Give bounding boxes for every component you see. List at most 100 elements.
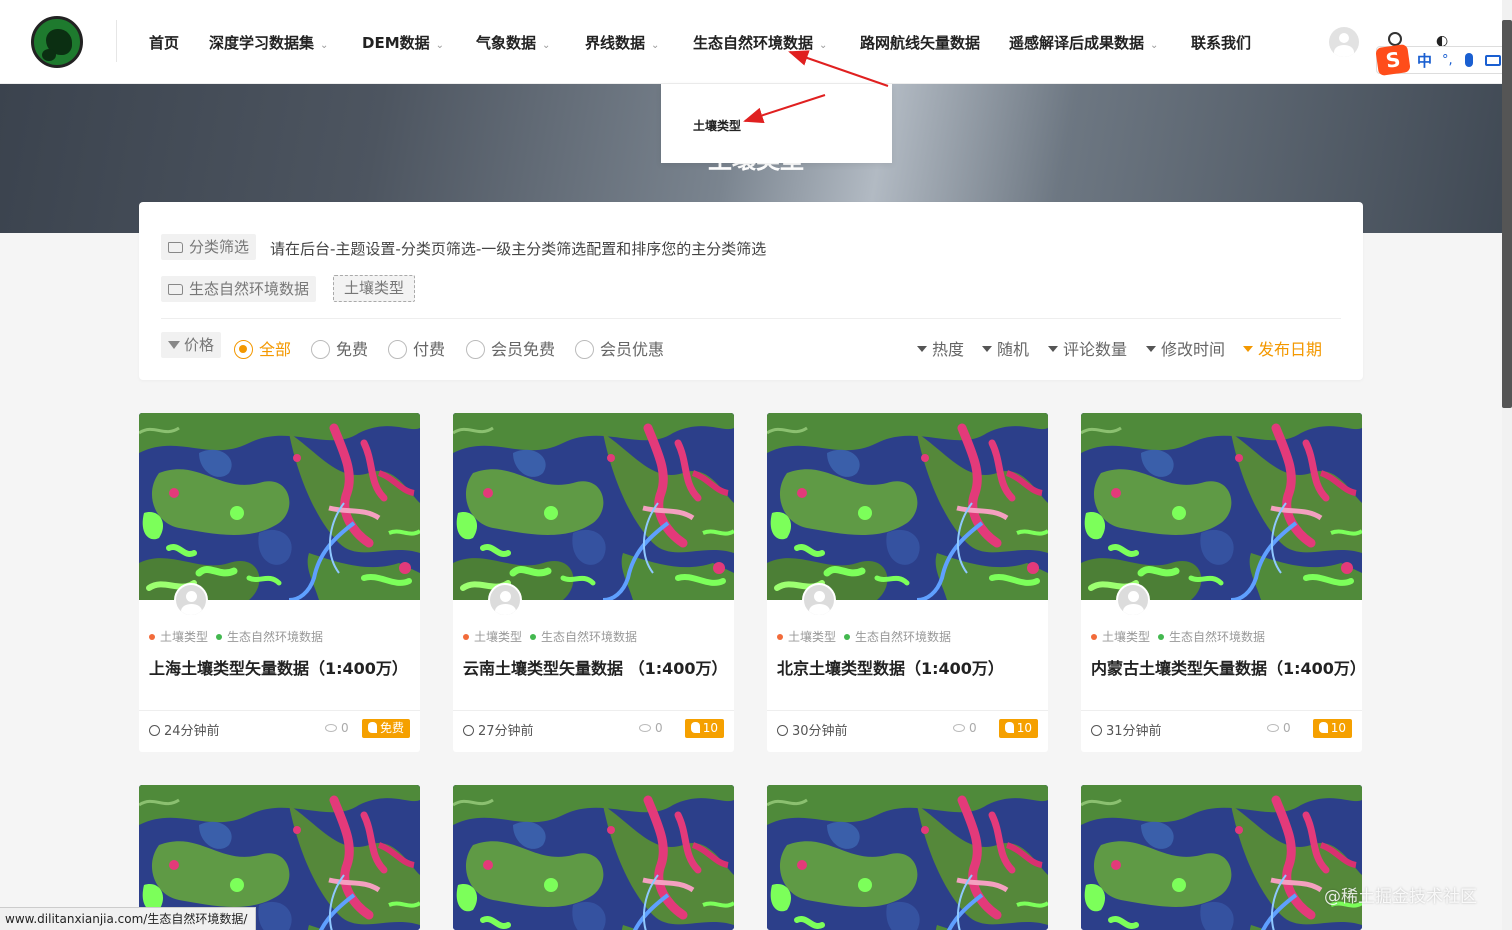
price-tag-icon: [1318, 722, 1328, 733]
radio-icon: [466, 340, 485, 359]
post-category-link[interactable]: 生态自然环境数据: [541, 630, 637, 644]
ime-logo-icon: S: [1375, 43, 1411, 77]
nav-item-boundary[interactable]: 界线数据 ⌄: [585, 32, 659, 53]
post-title[interactable]: 内蒙古土壤类型矢量数据（1:400万）: [1091, 655, 1362, 679]
ime-punctuation-icon[interactable]: °,: [1442, 53, 1453, 68]
author-avatar-icon[interactable]: [488, 583, 522, 617]
sort-option-random[interactable]: 随机: [982, 336, 1029, 360]
post-thumbnail[interactable]: [767, 413, 1048, 600]
price-tag-icon: [1004, 722, 1014, 733]
active-category-tag[interactable]: 土壤类型: [333, 275, 416, 302]
post-time: 30分钟前: [777, 720, 848, 739]
caret-down-icon: [1048, 346, 1058, 352]
price-badge: 10: [1312, 719, 1352, 738]
parent-category-tag[interactable]: 生态自然环境数据: [161, 276, 317, 302]
post-category-link[interactable]: 生态自然环境数据: [1169, 630, 1265, 644]
price-tag-icon: [690, 722, 700, 733]
caret-down-icon: [1146, 346, 1156, 352]
sort-option-modified[interactable]: 修改时间: [1146, 336, 1225, 360]
nav-item-deep-learning[interactable]: 深度学习数据集 ⌄: [209, 32, 328, 53]
nav-item-remote-sensing[interactable]: 遥感解译后成果数据 ⌄: [1009, 32, 1158, 53]
keyboard-icon[interactable]: [1484, 54, 1501, 66]
submenu-item-soil-type[interactable]: 土壤类型: [693, 117, 741, 134]
page-scrollbar-thumb[interactable]: [1502, 20, 1512, 408]
folder-icon: [168, 242, 183, 253]
post-views: 0: [1267, 721, 1291, 735]
author-avatar-icon[interactable]: [174, 583, 208, 617]
price-option-member-discount[interactable]: 会员优惠: [575, 336, 664, 360]
post-card[interactable]: 土壤类型 生态自然环境数据 云南土壤类型矢量数据 （1:400万） 27分钟前 0…: [453, 413, 734, 752]
ime-toolbar[interactable]: S 中 °,: [1375, 43, 1512, 77]
post-card[interactable]: 土壤类型 生态自然环境数据 北京土壤类型数据（1:400万） 30分钟前 0 10: [767, 413, 1048, 752]
clock-icon: [463, 725, 474, 736]
price-option-paid[interactable]: 付费: [388, 336, 445, 360]
post-title[interactable]: 北京土壤类型数据（1:400万）: [777, 655, 1004, 679]
nav-item-road-network[interactable]: 路网航线矢量数据: [860, 32, 980, 53]
nav-item-ecology[interactable]: 生态自然环境数据 ⌄: [693, 32, 827, 53]
chevron-down-icon: ⌄: [435, 40, 445, 51]
ime-mode-indicator[interactable]: 中: [1417, 50, 1432, 71]
post-thumbnail[interactable]: [139, 413, 420, 600]
price-filter-label: 价格: [161, 332, 222, 358]
sort-option-comments[interactable]: 评论数量: [1048, 336, 1127, 360]
card-divider: [767, 710, 1048, 711]
caret-down-icon: [917, 346, 927, 352]
microphone-icon[interactable]: [1464, 53, 1473, 67]
chevron-down-icon: ⌄: [819, 40, 828, 51]
clock-icon: [777, 725, 788, 736]
chevron-down-icon: ⌄: [542, 40, 551, 51]
nav-item-dem[interactable]: DEM数据 ⌄: [362, 32, 444, 53]
nav-item-contact[interactable]: 联系我们: [1191, 32, 1251, 53]
post-category-link[interactable]: 生态自然环境数据: [855, 630, 951, 644]
price-badge: 10: [998, 719, 1038, 738]
ecology-submenu: 土壤类型: [661, 84, 892, 163]
post-thumbnail[interactable]: [1081, 785, 1362, 930]
folder-icon: [168, 284, 183, 295]
category-dot-icon: [777, 634, 783, 640]
card-divider: [453, 710, 734, 711]
post-title[interactable]: 上海土壤类型矢量数据（1:400万）: [149, 655, 408, 679]
category-dot-icon: [1158, 634, 1165, 640]
eye-icon: [639, 724, 651, 732]
sort-option-published[interactable]: 发布日期: [1243, 336, 1322, 360]
post-thumbnail[interactable]: [453, 785, 734, 930]
post-time: 24分钟前: [149, 720, 220, 739]
post-thumbnail[interactable]: [767, 785, 1048, 930]
author-avatar-icon[interactable]: [802, 583, 836, 617]
post-thumbnail[interactable]: [1081, 413, 1362, 600]
post-card[interactable]: [453, 785, 734, 930]
category-dot-icon: [463, 634, 469, 640]
post-category-link[interactable]: 土壤类型: [788, 630, 836, 644]
price-option-member-free[interactable]: 会员免费: [466, 336, 555, 360]
price-badge: 10: [684, 719, 724, 738]
post-thumbnail[interactable]: [453, 413, 734, 600]
sort-option-popularity[interactable]: 热度: [917, 336, 964, 360]
post-card[interactable]: [1081, 785, 1362, 930]
post-card[interactable]: 土壤类型 生态自然环境数据 上海土壤类型矢量数据（1:400万） 24分钟前 0 …: [139, 413, 420, 752]
post-category-link[interactable]: 土壤类型: [1102, 630, 1150, 644]
price-option-all[interactable]: 全部: [234, 336, 291, 360]
site-header: 首页 深度学习数据集 ⌄ DEM数据 ⌄ 气象数据 ⌄ 界线数据 ⌄ 生态自然环境数据 ⌄…: [0, 0, 1512, 84]
user-avatar-icon[interactable]: [1329, 27, 1359, 57]
post-categories: 土壤类型 生态自然环境数据: [149, 628, 323, 645]
clock-icon: [149, 725, 160, 736]
clock-icon: [1091, 725, 1102, 736]
post-category-link[interactable]: 生态自然环境数据: [227, 630, 323, 644]
card-divider: [1081, 710, 1362, 711]
caret-down-icon: [982, 346, 992, 352]
post-time: 27分钟前: [463, 720, 534, 739]
post-card[interactable]: [767, 785, 1048, 930]
post-title[interactable]: 云南土壤类型矢量数据 （1:400万）: [463, 655, 728, 679]
post-card[interactable]: 土壤类型 生态自然环境数据 内蒙古土壤类型矢量数据（1:400万） 31分钟前 0…: [1081, 413, 1362, 752]
price-option-free[interactable]: 免费: [311, 336, 368, 360]
post-category-link[interactable]: 土壤类型: [160, 630, 208, 644]
post-views: 0: [639, 721, 663, 735]
nav-item-home[interactable]: 首页: [149, 32, 179, 53]
author-avatar-icon[interactable]: [1116, 583, 1150, 617]
nav-item-weather[interactable]: 气象数据 ⌄: [476, 32, 550, 53]
post-views: 0: [325, 721, 349, 735]
price-tag-icon: [367, 722, 377, 733]
chevron-down-icon: ⌄: [651, 40, 660, 51]
post-category-link[interactable]: 土壤类型: [474, 630, 522, 644]
category-dot-icon: [216, 634, 223, 640]
